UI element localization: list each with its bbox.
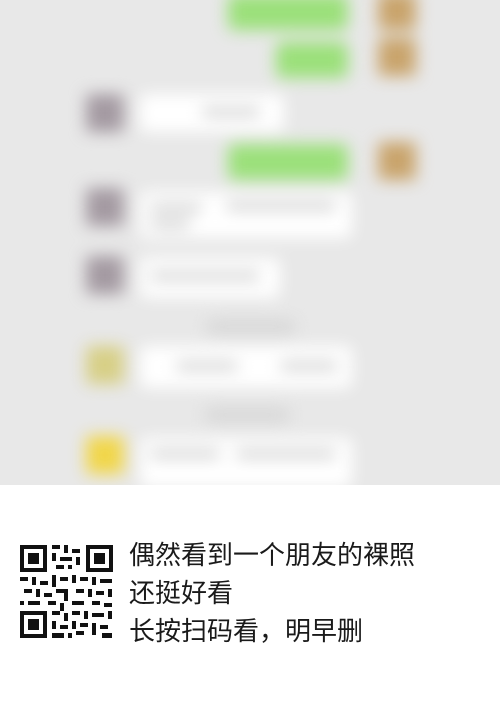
friend-avatar	[86, 256, 124, 294]
caption-line-1: 偶然看到一个朋友的裸照	[129, 541, 416, 571]
qr-code-icon[interactable]	[20, 545, 113, 638]
message-text-placeholder	[202, 108, 260, 116]
promo-caption: 偶然看到一个朋友的裸照 还挺好看 长按扫码看，明早删	[129, 537, 489, 651]
incoming-message	[140, 438, 352, 485]
timestamp-pill	[204, 408, 290, 422]
message-text-placeholder	[150, 220, 190, 228]
friend-avatar	[86, 346, 124, 384]
message-text-placeholder	[150, 272, 260, 280]
blurred-chat-screenshot	[0, 0, 500, 485]
self-avatar	[378, 0, 416, 30]
message-text-placeholder	[280, 362, 338, 370]
friend-avatar	[86, 94, 124, 132]
message-text-placeholder	[226, 202, 336, 210]
self-avatar	[378, 142, 416, 180]
timestamp-pill	[206, 320, 296, 334]
outgoing-message	[276, 42, 348, 78]
message-text-placeholder	[176, 362, 238, 370]
incoming-message	[140, 192, 352, 238]
outgoing-message	[228, 0, 348, 30]
caption-line-3: 长按扫码看，明早删	[129, 617, 364, 647]
outgoing-message	[228, 144, 348, 180]
message-text-placeholder	[150, 204, 202, 212]
chat-blur-layer	[0, 0, 500, 485]
friend-avatar	[86, 436, 124, 474]
message-text-placeholder	[150, 450, 220, 458]
friend-avatar	[86, 188, 124, 226]
message-text-placeholder	[236, 450, 336, 458]
self-avatar	[378, 38, 416, 76]
caption-line-2: 还挺好看	[129, 579, 234, 609]
